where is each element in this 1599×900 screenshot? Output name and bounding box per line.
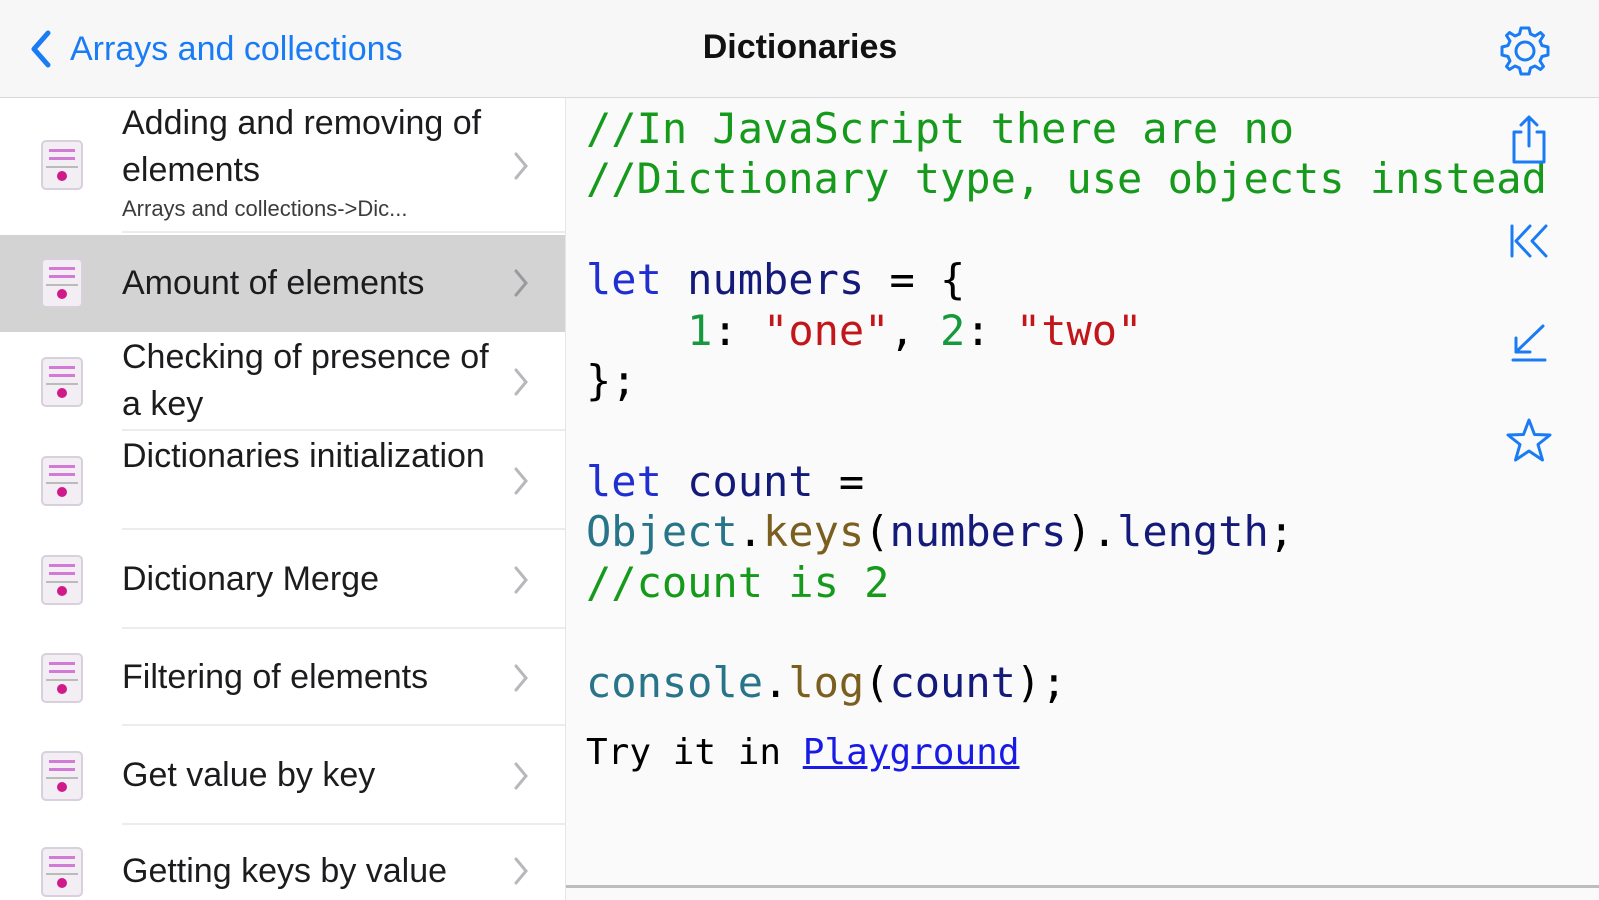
code-punctuation: ( (864, 507, 890, 557)
divider (122, 627, 565, 629)
chevron-right-icon (514, 857, 528, 885)
sidebar-item-title: Checking of presence of a key (122, 338, 489, 423)
code-comment: //Dictionary type, use objects instead (586, 154, 1547, 204)
code-string: "two" (1015, 305, 1143, 355)
chevron-right-icon (514, 269, 528, 297)
code-file-icon (41, 751, 83, 801)
sidebar: Adding and removing of elements Arrays a… (0, 98, 565, 900)
code-property: length (1117, 507, 1269, 557)
code-function: log (788, 658, 865, 708)
code-identifier: numbers (889, 507, 1067, 557)
sidebar-item-title: Dictionary Merge (122, 560, 379, 598)
code-punctuation: . (763, 658, 789, 708)
code-punctuation: ) (1066, 507, 1092, 557)
divider (122, 231, 565, 233)
code-file-icon (41, 555, 83, 605)
code-object: Object (586, 507, 738, 557)
code-punctuation: , (889, 305, 941, 355)
code-keyword: let (586, 456, 662, 506)
code-keyword: let (586, 255, 662, 305)
chevron-right-icon (514, 664, 528, 692)
divider (122, 429, 565, 431)
code-punctuation: ( (864, 658, 890, 708)
sidebar-item-title: Adding and removing of elements (122, 104, 482, 189)
sidebar-item-adding-and-removing[interactable]: Adding and removing of elements Arrays a… (0, 98, 565, 233)
share-icon[interactable] (1504, 112, 1554, 168)
sidebar-item-title: Get value by key (122, 756, 376, 794)
sidebar-item-checking-of-presence[interactable]: Checking of presence of a key (0, 334, 565, 431)
code-object: console (586, 658, 764, 708)
code-file-icon (41, 258, 83, 308)
first-item-icon[interactable] (1504, 214, 1554, 270)
sidebar-item-title: Getting keys by value (122, 852, 448, 890)
code-punctuation: = (813, 456, 865, 506)
code-file-icon (41, 456, 83, 506)
code-file-icon (41, 653, 83, 703)
code-file-icon (41, 140, 83, 190)
divider (122, 724, 565, 726)
chevron-right-icon (514, 152, 528, 180)
chevron-right-icon (514, 467, 528, 495)
sidebar-item-amount-of-elements[interactable]: Amount of elements (0, 235, 565, 332)
playground-link[interactable]: Playground (803, 732, 1020, 773)
code-punctuation: ) (1015, 658, 1042, 708)
code-punctuation: ; (1041, 658, 1067, 708)
code-file-icon (41, 357, 83, 407)
try-it-label: Try it in (586, 732, 803, 773)
chevron-left-icon (31, 30, 51, 68)
code-identifier: count (889, 658, 1016, 708)
divider (566, 885, 1599, 888)
back-button[interactable]: Arrays and collections (26, 26, 403, 72)
sidebar-item-getting-keys-by-value[interactable]: Getting keys by value (0, 827, 565, 900)
sidebar-item-dictionaries-initialization[interactable]: Dictionaries initialization (0, 433, 565, 530)
code-function: keys (763, 507, 865, 557)
code-punctuation: . (1091, 507, 1118, 557)
navigation-bar: Arrays and collections Dictionaries (0, 0, 1599, 98)
code-block: //In JavaScript there are no //Dictionar… (586, 104, 1547, 709)
sidebar-item-title: Dictionaries initialization (122, 437, 485, 475)
code-punctuation: ; (1268, 507, 1295, 557)
code-punctuation: : (712, 305, 764, 355)
code-punctuation: : (965, 305, 1016, 355)
sidebar-item-title: Amount of elements (122, 264, 425, 302)
sidebar-item-dictionary-merge[interactable]: Dictionary Merge (0, 532, 565, 629)
page-title: Dictionaries (702, 28, 898, 66)
chevron-right-icon (514, 762, 528, 790)
try-it-line: Try it in Playground (586, 732, 1020, 773)
code-punctuation: . (737, 507, 764, 557)
code-number: 1 (687, 305, 713, 355)
sidebar-item-title: Filtering of elements (122, 658, 429, 696)
chevron-right-icon (514, 566, 528, 594)
back-button-label: Arrays and collections (70, 29, 403, 68)
divider (122, 823, 565, 825)
code-string: "one" (763, 305, 890, 355)
code-file-icon (41, 847, 83, 897)
sidebar-item-subtitle: Arrays and collections->Dic... (122, 196, 408, 221)
code-number: 2 (940, 305, 966, 355)
last-item-icon[interactable] (1504, 314, 1554, 370)
code-identifier: count (687, 456, 814, 506)
sidebar-item-get-value-by-key[interactable]: Get value by key (0, 728, 565, 825)
gear-icon[interactable] (1496, 22, 1554, 80)
sidebar-item-filtering-of-elements[interactable]: Filtering of elements (0, 631, 565, 726)
divider (122, 528, 565, 530)
favorite-star-icon[interactable] (1504, 414, 1554, 470)
code-identifier: numbers (687, 255, 865, 305)
code-punctuation: }; (586, 356, 637, 406)
code-viewer: //In JavaScript there are no //Dictionar… (565, 98, 1599, 900)
code-comment: //In JavaScript there are no (586, 104, 1295, 153)
code-punctuation: = { (864, 255, 966, 305)
chevron-right-icon (514, 368, 528, 396)
code-comment: //count is 2 (586, 557, 890, 607)
